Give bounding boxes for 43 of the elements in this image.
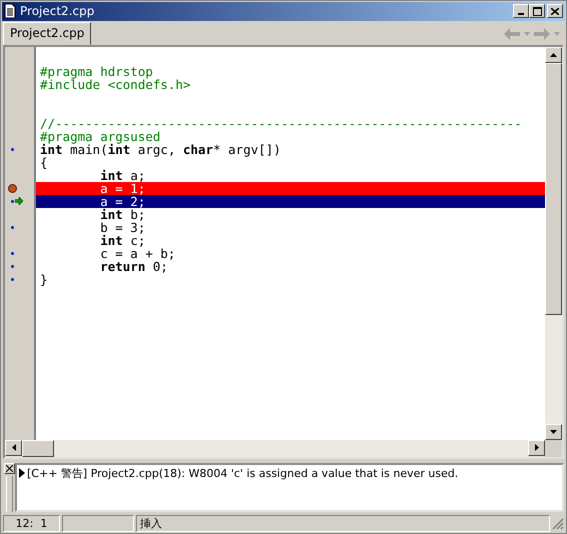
horizontal-scrollbar[interactable] bbox=[5, 440, 545, 457]
down-triangle-icon bbox=[550, 430, 557, 434]
code-line: c = a + b; bbox=[99, 246, 176, 261]
maximize-icon bbox=[532, 6, 542, 16]
code-line: a = 1; bbox=[99, 180, 146, 196]
scroll-down-button[interactable] bbox=[545, 424, 562, 440]
code-line: { bbox=[40, 154, 48, 170]
resize-grip-icon[interactable] bbox=[552, 518, 564, 530]
grip-handle[interactable] bbox=[6, 476, 12, 512]
left-triangle-icon bbox=[12, 444, 16, 452]
close-icon bbox=[551, 8, 559, 15]
up-triangle-icon bbox=[550, 52, 557, 57]
close-icon bbox=[6, 464, 12, 472]
code-line: a = 2; bbox=[99, 194, 146, 209]
vertical-scrollbar[interactable] bbox=[545, 46, 562, 440]
file-tab[interactable]: Project2.cpp bbox=[3, 22, 92, 45]
scroll-right-button[interactable] bbox=[528, 440, 545, 456]
expand-arrow-icon[interactable] bbox=[19, 468, 25, 478]
close-button[interactable] bbox=[4, 462, 14, 474]
close-button[interactable] bbox=[547, 4, 563, 18]
minimize-button[interactable] bbox=[513, 4, 529, 18]
scroll-thumb[interactable] bbox=[22, 440, 54, 457]
code-line: int b; bbox=[99, 206, 146, 222]
code-line: #pragma argsused bbox=[40, 128, 160, 144]
code-line: int a; bbox=[99, 168, 146, 183]
maximize-button[interactable] bbox=[529, 4, 545, 18]
scroll-left-button[interactable] bbox=[5, 440, 22, 456]
cursor-position: 12: 1 bbox=[3, 515, 60, 532]
insert-mode: 挿入 bbox=[136, 515, 550, 532]
scroll-up-button[interactable] bbox=[545, 46, 562, 63]
breakpoint-icon[interactable] bbox=[8, 184, 17, 193]
window-title: Project2.cpp bbox=[20, 4, 94, 18]
right-triangle-icon bbox=[534, 444, 538, 452]
warning-message[interactable]: [C++ 警告] Project2.cpp(18): W8004 'c' is assigned a value that is never used. bbox=[27, 466, 458, 481]
code-line: } bbox=[40, 272, 48, 287]
code-line: //-------------------------------------------------------------- bbox=[40, 116, 522, 131]
scroll-thumb[interactable] bbox=[545, 62, 562, 315]
code-line: return 0; bbox=[99, 258, 168, 274]
code-line: int c; bbox=[99, 232, 146, 248]
document-icon bbox=[4, 4, 16, 18]
scrollbar-corner bbox=[545, 440, 562, 457]
code-line: b = 3; bbox=[99, 220, 146, 235]
code-line: #pragma hdrstop bbox=[40, 64, 153, 79]
